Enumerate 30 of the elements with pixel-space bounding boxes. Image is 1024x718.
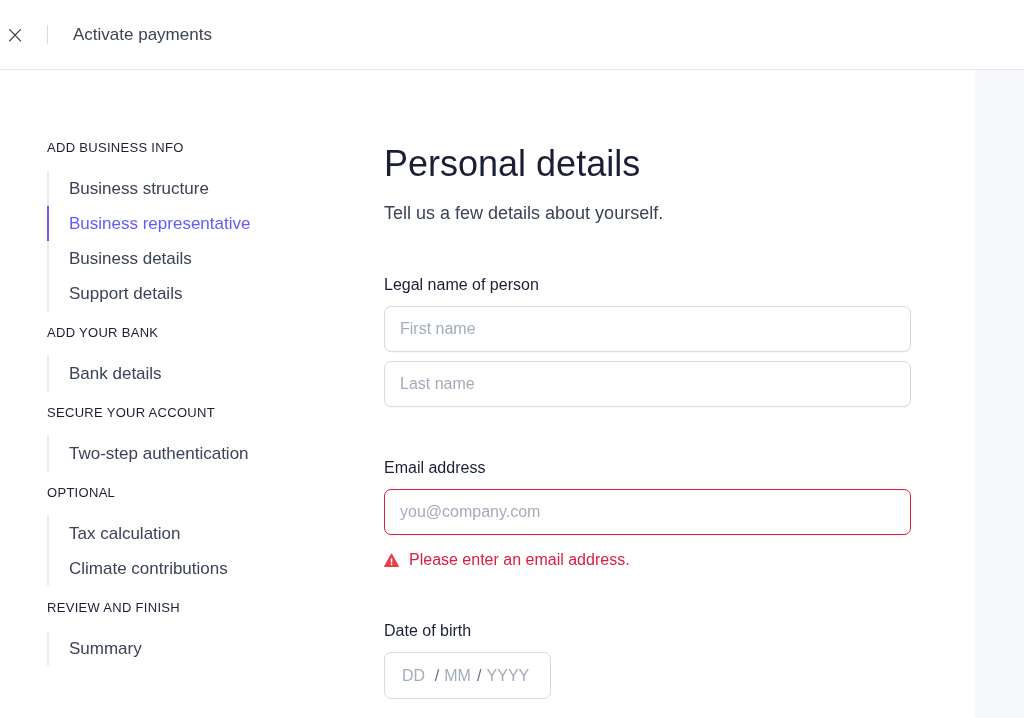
- nav-item[interactable]: Business structure: [47, 171, 384, 206]
- form-subtitle: Tell us a few details about yourself.: [384, 202, 665, 224]
- field-label: Legal name of person: [384, 275, 540, 295]
- field-label: Date of birth: [384, 621, 473, 641]
- nav-item[interactable]: Summary: [47, 631, 384, 666]
- nav-item[interactable]: Business representative: [47, 206, 384, 241]
- error-message: Please enter an email address.: [409, 550, 630, 570]
- date-separator: /: [477, 666, 482, 685]
- page-title: Activate payments: [73, 24, 212, 45]
- section-heading: ADD YOUR BANK: [47, 324, 160, 342]
- nav-item[interactable]: Support details: [47, 276, 384, 311]
- date-segment-field[interactable]: MM: [444, 666, 473, 685]
- close-button[interactable]: ×: [5, 22, 23, 47]
- nav-item[interactable]: Business details: [47, 241, 384, 276]
- warning-icon: [384, 552, 399, 568]
- section-heading: REVIEW AND FINISH: [47, 599, 181, 617]
- nav-item[interactable]: Two-step authentication: [47, 436, 384, 471]
- text-field[interactable]: you@company.com: [384, 489, 911, 535]
- section-heading: SECURE YOUR ACCOUNT: [47, 404, 216, 422]
- section-heading: ADD BUSINESS INFO: [47, 139, 185, 157]
- field-label: Email address: [384, 458, 487, 478]
- date-segment-field[interactable]: DD: [402, 666, 430, 685]
- nav-item[interactable]: Bank details: [47, 356, 384, 391]
- date-separator: /: [434, 666, 440, 685]
- section-heading: OPTIONAL: [47, 484, 117, 502]
- date-field[interactable]: DD / MM / YYYY: [384, 652, 551, 699]
- date-segment-field[interactable]: YYYY: [486, 666, 538, 685]
- nav-item[interactable]: Climate contributions: [47, 551, 384, 586]
- nav-item[interactable]: Tax calculation: [47, 516, 384, 551]
- form-title: Personal details: [384, 142, 642, 186]
